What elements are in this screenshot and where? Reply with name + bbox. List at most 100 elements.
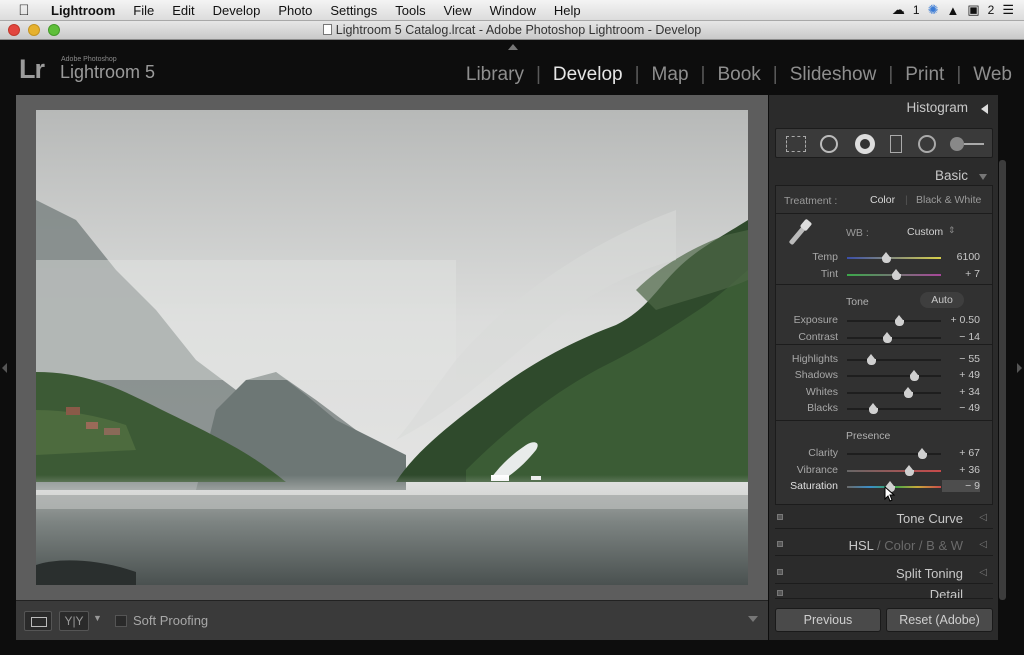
slider-thumb[interactable]: [891, 269, 901, 280]
spot-removal-icon[interactable]: [820, 135, 838, 153]
right-panel-scrollbar[interactable]: [999, 160, 1006, 600]
previous-button[interactable]: Previous: [775, 608, 881, 632]
slider-clarity[interactable]: Clarity + 67: [776, 447, 992, 461]
menu-settings[interactable]: Settings: [321, 3, 386, 18]
slider-value[interactable]: − 49: [942, 402, 980, 414]
radial-filter-icon[interactable]: [918, 135, 936, 153]
minimize-window-button[interactable]: [28, 24, 40, 36]
adjustment-brush-icon[interactable]: [950, 137, 984, 151]
histogram-header[interactable]: Histogram: [769, 95, 998, 121]
loupe-view-button[interactable]: [24, 611, 52, 631]
collapse-top-panel-icon[interactable]: [508, 44, 518, 50]
adobe-icon[interactable]: ▣: [967, 2, 979, 18]
slider-thumb[interactable]: [894, 315, 904, 326]
expand-split-toning-icon[interactable]: ◁: [979, 567, 987, 578]
slider-thumb[interactable]: [869, 403, 879, 414]
slider-track[interactable]: [847, 392, 941, 394]
menu-develop[interactable]: Develop: [204, 3, 270, 18]
slider-value[interactable]: + 36: [942, 464, 980, 476]
tone-curve-header[interactable]: Tone Curve ◁: [775, 507, 993, 529]
menu-lightroom[interactable]: Lightroom: [42, 3, 124, 18]
module-library[interactable]: Library: [454, 64, 536, 86]
close-window-button[interactable]: [8, 24, 20, 36]
slider-thumb[interactable]: [905, 465, 915, 476]
color-tab[interactable]: Color: [884, 538, 915, 553]
slider-thumb[interactable]: [904, 387, 914, 398]
drive-icon[interactable]: ▲: [946, 3, 959, 18]
reset-button[interactable]: Reset (Adobe): [886, 608, 993, 632]
treatment-bw-option[interactable]: Black & White: [916, 194, 981, 206]
crop-tool-icon[interactable]: [786, 136, 806, 152]
apple-icon[interactable]: : [14, 2, 34, 19]
tone-curve-switch[interactable]: [777, 514, 783, 520]
collapse-basic-icon[interactable]: [979, 174, 987, 180]
toolbar-menu-icon[interactable]: [748, 616, 758, 622]
hsl-header[interactable]: HSL / Color / B & W ◁: [775, 534, 993, 556]
chevron-down-icon[interactable]: ▼: [93, 613, 102, 623]
wb-eyedropper-icon[interactable]: [786, 218, 813, 247]
menu-photo[interactable]: Photo: [269, 3, 321, 18]
graduated-filter-icon[interactable]: [890, 135, 902, 153]
slider-value[interactable]: + 67: [942, 447, 980, 459]
treatment-color-option[interactable]: Color: [870, 194, 895, 206]
slider-vibrance[interactable]: Vibrance + 36: [776, 464, 992, 478]
slider-thumb[interactable]: [866, 354, 876, 365]
expand-tone-curve-icon[interactable]: ◁: [979, 512, 987, 523]
collapse-right-panel-icon[interactable]: [1017, 363, 1022, 373]
slider-whites[interactable]: Whites + 34: [776, 386, 992, 400]
slider-thumb[interactable]: [882, 252, 892, 263]
menu-view[interactable]: View: [435, 3, 481, 18]
wb-select-arrows-icon[interactable]: ⇕: [948, 225, 956, 236]
bw-tab[interactable]: B & W: [926, 538, 963, 553]
slider-track[interactable]: [847, 337, 941, 339]
slider-blacks[interactable]: Blacks − 49: [776, 402, 992, 416]
slider-highlights[interactable]: Highlights − 55: [776, 353, 992, 367]
slider-value[interactable]: + 0.50: [942, 314, 981, 326]
slider-temp[interactable]: Temp 6100: [776, 251, 992, 265]
slider-value[interactable]: + 7: [942, 268, 980, 280]
detail-header[interactable]: Detail: [775, 587, 993, 599]
slider-exposure[interactable]: Exposure + 0.50: [776, 314, 992, 328]
sync-icon[interactable]: ✺: [928, 2, 939, 18]
slider-track[interactable]: [847, 257, 941, 259]
slider-thumb[interactable]: [909, 370, 919, 381]
module-print[interactable]: Print: [893, 64, 956, 86]
module-map[interactable]: Map: [640, 64, 701, 86]
slider-thumb[interactable]: [883, 332, 893, 343]
slider-contrast[interactable]: Contrast − 14: [776, 331, 992, 345]
before-after-button[interactable]: Y|Y: [59, 611, 89, 631]
detail-switch[interactable]: [777, 590, 783, 596]
slider-value[interactable]: 6100: [942, 251, 980, 263]
wb-select[interactable]: Custom: [907, 226, 943, 238]
slider-thumb[interactable]: [918, 448, 928, 459]
slider-value[interactable]: − 9: [942, 480, 980, 492]
slider-track[interactable]: [847, 359, 941, 361]
menu-file[interactable]: File: [124, 3, 163, 18]
red-eye-icon[interactable]: [855, 134, 875, 154]
slider-value[interactable]: + 49: [942, 369, 980, 381]
slider-value[interactable]: − 55: [942, 353, 980, 365]
slider-value[interactable]: + 34: [942, 386, 980, 398]
menu-help[interactable]: Help: [545, 3, 590, 18]
slider-track[interactable]: [847, 470, 941, 472]
slider-track[interactable]: [847, 375, 941, 377]
zoom-window-button[interactable]: [48, 24, 60, 36]
menu-tools[interactable]: Tools: [386, 3, 434, 18]
menu-window[interactable]: Window: [481, 3, 545, 18]
menu-list-icon[interactable]: ☰: [1002, 2, 1014, 18]
auto-tone-button[interactable]: Auto: [920, 292, 964, 308]
slider-tint[interactable]: Tint + 7: [776, 268, 992, 282]
split-toning-header[interactable]: Split Toning ◁: [775, 562, 993, 584]
expand-hsl-icon[interactable]: ◁: [979, 539, 987, 550]
expand-histogram-icon[interactable]: [981, 104, 988, 114]
slider-track[interactable]: [847, 408, 941, 410]
slider-shadows[interactable]: Shadows + 49: [776, 369, 992, 383]
menu-edit[interactable]: Edit: [163, 3, 203, 18]
module-book[interactable]: Book: [705, 64, 772, 86]
module-develop[interactable]: Develop: [541, 64, 635, 86]
module-slideshow[interactable]: Slideshow: [778, 64, 889, 86]
split-toning-switch[interactable]: [777, 569, 783, 575]
module-web[interactable]: Web: [961, 64, 1012, 86]
photo-preview[interactable]: [36, 110, 748, 585]
soft-proofing-checkbox[interactable]: [115, 615, 127, 627]
